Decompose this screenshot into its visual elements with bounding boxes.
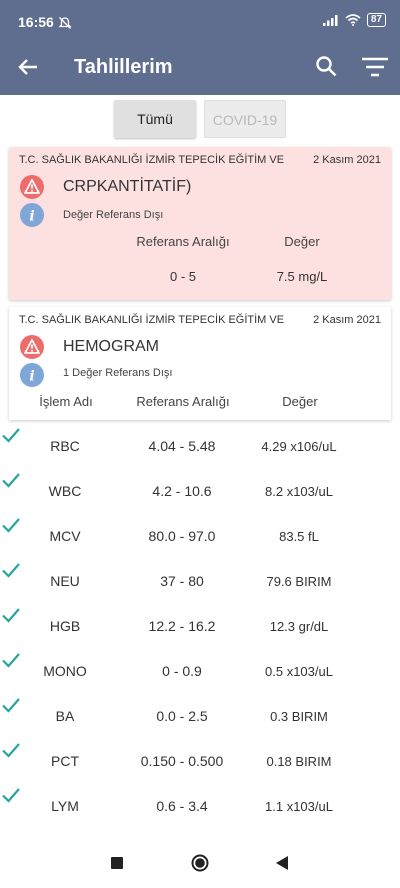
reference-range-header: Referans Aralığı <box>136 234 230 249</box>
result-name: NEU <box>50 573 80 589</box>
table-row[interactable]: MONO 0 - 0.9 0.5 x103/uL <box>0 649 400 694</box>
check-icon <box>2 608 20 623</box>
result-value: 8.2 x103/uL <box>265 484 333 499</box>
result-reference-range: 4.2 - 10.6 <box>152 483 212 499</box>
table-row[interactable]: WBC 4.2 - 10.6 8.2 x103/uL <box>0 469 400 514</box>
recent-apps-icon[interactable] <box>111 857 123 869</box>
result-value: 83.5 fL <box>279 529 319 544</box>
result-value: 1.1 x103/uL <box>265 799 333 814</box>
info-icon: i <box>20 203 44 227</box>
table-row[interactable]: HGB 12.2 - 16.2 12.3 gr/dL <box>0 604 400 649</box>
svg-text:i: i <box>29 369 34 385</box>
result-reference-range: 37 - 80 <box>160 573 204 589</box>
result-reference-range: 80.0 - 97.0 <box>148 528 216 544</box>
check-icon <box>2 518 20 533</box>
check-icon <box>2 428 20 443</box>
check-icon <box>2 563 20 578</box>
result-reference-range: 0.150 - 0.500 <box>140 753 224 769</box>
hospital-name: T.C. SAĞLIK BAKANLIĞI İZMİR TEPECİK EĞİT… <box>19 314 285 326</box>
result-reference-range: 12.2 - 16.2 <box>148 618 216 634</box>
battery-indicator: 87 <box>366 13 386 27</box>
wifi-icon <box>345 14 361 26</box>
test-date: 2 Kasım 2021 <box>313 154 381 166</box>
check-icon <box>2 653 20 668</box>
result-value: 0.3 BIRIM <box>270 709 328 724</box>
result-name: MCV <box>49 528 81 544</box>
table-row[interactable]: MCV 80.0 - 97.0 83.5 fL <box>0 514 400 559</box>
result-name: WBC <box>48 483 82 499</box>
result-reference-range: 0 - 0.9 <box>162 663 202 679</box>
bell-muted-icon <box>58 17 72 29</box>
test-name: CRPKANTİTATİF) <box>63 178 192 195</box>
value-header: Değer <box>284 234 320 249</box>
info-icon: i <box>20 363 44 387</box>
svg-text:i: i <box>29 209 34 225</box>
signal-icon <box>322 15 338 26</box>
result-value: 79.6 BIRIM <box>266 574 332 589</box>
system-nav-bar <box>0 838 400 888</box>
reference-status: Değer Referans Dışı <box>63 209 164 221</box>
warning-icon <box>20 335 44 359</box>
reference-range: 0 - 5 <box>169 269 196 284</box>
test-name: HEMOGRAM <box>63 338 159 355</box>
result-reference-range: 0.6 - 3.4 <box>156 798 208 814</box>
result-reference-range: 0.0 - 2.5 <box>156 708 208 724</box>
search-icon[interactable] <box>314 54 338 78</box>
test-name-header: İşlem Adı <box>39 394 93 409</box>
app-bar: Tahlillerim <box>0 38 400 95</box>
value-header: Değer <box>282 394 318 409</box>
reference-range-header: Referans Aralığı <box>136 394 230 409</box>
table-row[interactable]: RBC 4.04 - 5.48 4.29 x106/uL <box>0 424 400 469</box>
check-icon <box>2 698 20 713</box>
test-card-crp[interactable]: T.C. SAĞLIK BAKANLIĞI İZMİR TEPECİK EĞİT… <box>9 147 391 300</box>
status-time: 16:56 <box>18 14 54 30</box>
result-value: 4.29 x106/uL <box>261 439 337 454</box>
check-icon <box>2 743 20 758</box>
result-value: 0.18 BIRIM <box>266 754 332 769</box>
status-bar: 16:56 87 <box>0 0 400 38</box>
table-row[interactable]: LYM 0.6 - 3.4 1.1 x103/uL <box>0 784 400 829</box>
reference-status: 1 Değer Referans Dışı <box>63 367 173 379</box>
check-icon <box>2 473 20 488</box>
arrow-left-icon[interactable] <box>16 54 42 80</box>
filter-tabs: Tümü COVID-19 <box>0 100 400 138</box>
back-triangle-icon[interactable] <box>275 855 289 871</box>
test-date: 2 Kasım 2021 <box>313 314 381 326</box>
result-name: PCT <box>51 753 79 769</box>
filter-icon[interactable] <box>361 56 389 78</box>
tab-all[interactable]: Tümü <box>114 100 196 138</box>
warning-icon <box>20 175 44 199</box>
result-value: 12.3 gr/dL <box>269 619 329 634</box>
result-value: 0.5 x103/uL <box>265 664 333 679</box>
table-row[interactable]: NEU 37 - 80 79.6 BIRIM <box>0 559 400 604</box>
result-name: MONO <box>43 663 87 679</box>
home-icon[interactable] <box>191 854 209 872</box>
test-value: 7.5 mg/L <box>276 269 328 284</box>
result-name: RBC <box>50 438 80 454</box>
check-icon <box>2 788 20 803</box>
result-reference-range: 4.04 - 5.48 <box>148 438 216 454</box>
result-name: BA <box>55 708 75 724</box>
table-row[interactable]: BA 0.0 - 2.5 0.3 BIRIM <box>0 694 400 739</box>
page-title: Tahlillerim <box>74 56 173 78</box>
tab-covid-19[interactable]: COVID-19 <box>204 100 286 138</box>
hospital-name: T.C. SAĞLIK BAKANLIĞI İZMİR TEPECİK EĞİT… <box>19 154 285 166</box>
table-row[interactable]: PCT 0.150 - 0.500 0.18 BIRIM <box>0 739 400 784</box>
test-card-hemogram[interactable]: T.C. SAĞLIK BAKANLIĞI İZMİR TEPECİK EĞİT… <box>9 307 391 420</box>
result-name: HGB <box>49 618 81 634</box>
result-name: LYM <box>51 798 79 814</box>
